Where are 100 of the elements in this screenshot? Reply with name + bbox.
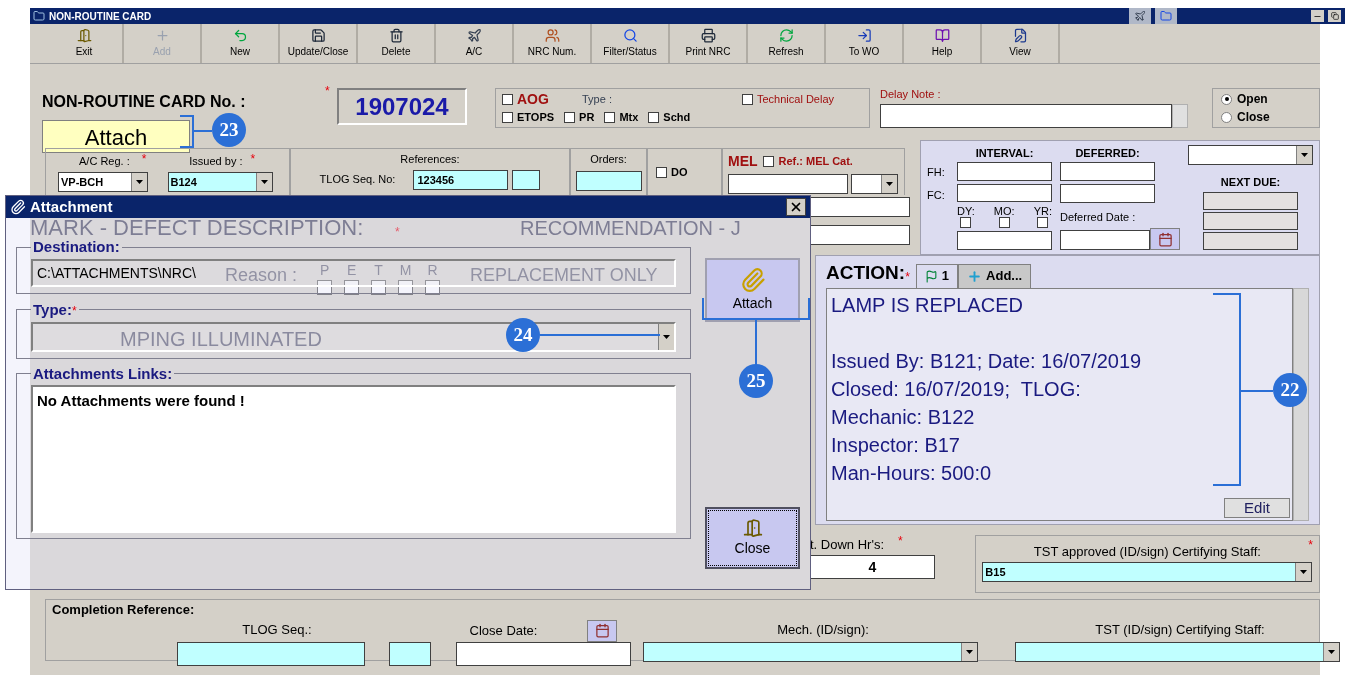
caret-icon: [260, 180, 268, 185]
type-label: Type :: [582, 91, 613, 107]
checkbox[interactable]: [371, 280, 387, 295]
dropdown-field[interactable]: [851, 174, 898, 194]
dropdown-arrow-button[interactable]: [255, 173, 272, 192]
door-icon: [742, 517, 763, 538]
flag-label: ETOPS: [517, 109, 555, 125]
calendar-button[interactable]: [1150, 228, 1180, 250]
checkbox[interactable]: [398, 280, 414, 295]
attach-button[interactable]: Attach: [42, 120, 190, 153]
attach-button[interactable]: Attach: [705, 258, 800, 322]
empty-message: No Attachments were found !: [37, 392, 245, 409]
required-mark: *: [71, 303, 77, 318]
background-label: T: [374, 263, 383, 277]
required-mark: *: [250, 153, 256, 168]
input-field[interactable]: 123456: [413, 169, 509, 190]
required-mark: *: [325, 84, 330, 98]
checkbox[interactable]: [742, 93, 753, 105]
window-title: NON-ROUTINE CARD: [49, 9, 152, 24]
input-field[interactable]: [575, 170, 642, 191]
tab[interactable]: 1: [915, 263, 959, 288]
type-dropdown[interactable]: [31, 321, 676, 352]
checkbox[interactable]: [502, 111, 513, 123]
label: NEXT DUE:: [1219, 174, 1282, 190]
dropdown-field[interactable]: B124: [167, 172, 273, 193]
checkbox[interactable]: [762, 156, 774, 167]
label: Ref.: MEL Cat.: [778, 154, 853, 170]
input-field[interactable]: 4: [810, 554, 935, 579]
label: DY:: [957, 205, 975, 218]
calendar-icon: [594, 623, 610, 638]
input-field[interactable]: [177, 641, 365, 666]
printer-icon: [700, 28, 716, 43]
input-field[interactable]: [389, 641, 431, 666]
dropdown-field[interactable]: VP-BCH: [58, 172, 148, 193]
checkbox[interactable]: [425, 280, 441, 295]
input-field[interactable]: [456, 641, 631, 666]
checkbox[interactable]: [317, 280, 333, 295]
calendar-button[interactable]: [587, 619, 618, 642]
action-text-line: Issued By: B121; Date: 16/07/2019: [831, 348, 1142, 374]
input-field[interactable]: [810, 197, 910, 217]
close-button[interactable]: Close: [705, 507, 800, 569]
checkbox[interactable]: [656, 166, 667, 178]
dropdown-arrow-button[interactable]: [131, 173, 147, 192]
close-button[interactable]: [786, 198, 806, 216]
caret-icon: [966, 649, 973, 654]
toolbar-button[interactable]: [1129, 8, 1151, 24]
dropdown-field[interactable]: B15: [982, 561, 1313, 582]
dropdown-arrow-button[interactable]: [1323, 642, 1339, 661]
caret-icon: [1300, 569, 1308, 574]
document-pen-icon: [1012, 28, 1028, 43]
input-field[interactable]: [1203, 212, 1298, 230]
background-label: M: [399, 263, 412, 277]
checkbox[interactable]: [502, 93, 513, 105]
input-field[interactable]: [728, 174, 848, 194]
caret-icon: [886, 182, 893, 186]
input-field[interactable]: [512, 169, 541, 190]
dropdown-arrow-button[interactable]: [1295, 562, 1312, 581]
input-field[interactable]: [1060, 230, 1150, 250]
destination-label: Destination:: [32, 237, 121, 257]
input-field[interactable]: [957, 183, 1052, 203]
dropdown-arrow-button[interactable]: [881, 175, 897, 193]
label: Deferred Date :: [1060, 209, 1137, 225]
label: DO: [671, 164, 688, 180]
checkbox[interactable]: [604, 111, 616, 123]
restore-button[interactable]: [1328, 10, 1341, 22]
minimize-button[interactable]: [1311, 10, 1324, 22]
checkbox[interactable]: [960, 217, 972, 229]
plus-icon: [967, 268, 983, 284]
edit-button[interactable]: Edit: [1224, 497, 1290, 518]
required-mark: *: [1308, 538, 1313, 552]
input-field[interactable]: [1060, 162, 1155, 181]
trash-can-icon: [388, 28, 404, 43]
input-field[interactable]: [957, 231, 1052, 250]
input-field[interactable]: [1060, 183, 1155, 203]
flag-label: Mtx: [619, 109, 639, 125]
checkbox[interactable]: [344, 280, 360, 295]
background-text: MPING ILLUMINATED: [120, 329, 322, 349]
input-field[interactable]: [810, 225, 910, 245]
dropdown-field[interactable]: [1015, 641, 1340, 662]
attachments-list[interactable]: No Attachments were found !: [31, 385, 676, 533]
label: Completion Reference:: [52, 601, 196, 619]
tab[interactable]: Add...: [958, 263, 1032, 288]
dropdown-field[interactable]: [643, 641, 978, 662]
checkbox[interactable]: [998, 217, 1010, 229]
label: INTERVAL:: [974, 146, 1035, 159]
input-field[interactable]: [957, 162, 1052, 181]
radio-button[interactable]: [1221, 111, 1232, 123]
dropdown-field[interactable]: [1188, 145, 1313, 165]
required-mark: *: [395, 225, 400, 239]
radio-button[interactable]: [1221, 93, 1232, 105]
dropdown-arrow-button[interactable]: [961, 642, 977, 661]
status-label: Close: [1237, 109, 1270, 126]
checkbox[interactable]: [1037, 217, 1049, 229]
input-field[interactable]: [1203, 192, 1298, 210]
checkbox[interactable]: [648, 111, 660, 123]
checkbox[interactable]: [564, 111, 576, 123]
delay-note-field[interactable]: [880, 103, 1172, 128]
dropdown-arrow-button[interactable]: [1296, 146, 1312, 164]
input-field[interactable]: [1203, 232, 1298, 250]
dropdown-arrow-button[interactable]: [658, 323, 674, 350]
